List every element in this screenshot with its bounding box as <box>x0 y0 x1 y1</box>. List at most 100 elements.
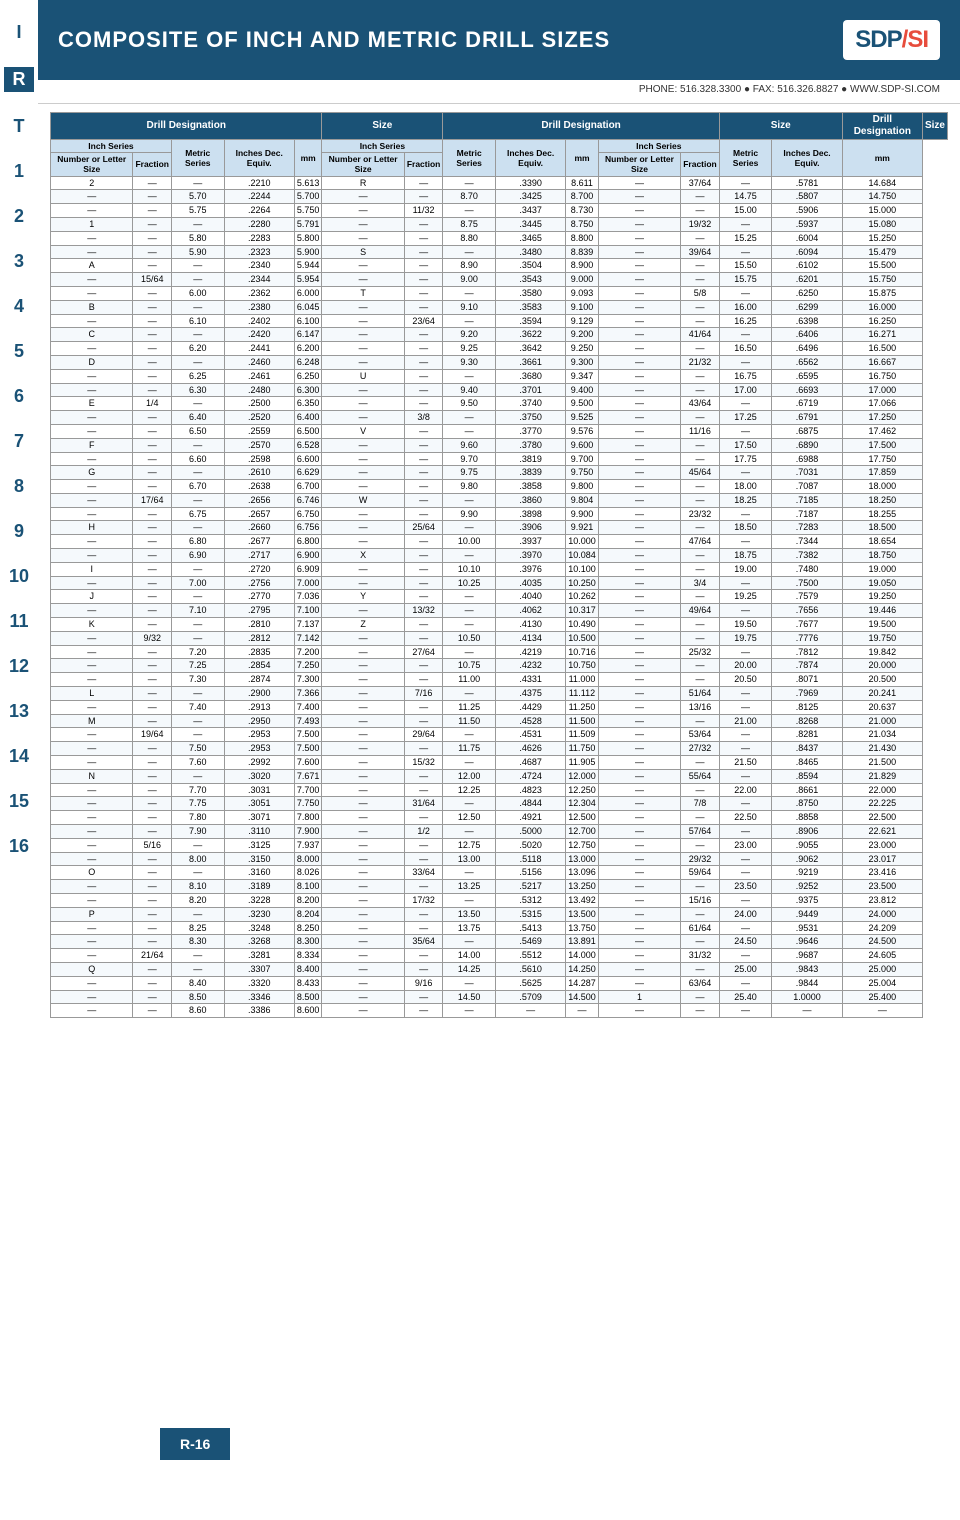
g3-frac: 23/32 <box>681 507 720 521</box>
g1-dec: .3346 <box>224 990 294 1004</box>
table-row: H — — .2660 6.756 — 25/64 — .3906 9.921 … <box>51 521 948 535</box>
g3-mm: 22.500 <box>842 811 922 825</box>
g3-num: — <box>598 714 680 728</box>
g1-dec: .2500 <box>224 397 294 411</box>
g1-frac: — <box>133 204 172 218</box>
g1-dec: .2656 <box>224 493 294 507</box>
table-row: — — 6.75 .2657 6.750 — — 9.90 .3898 9.90… <box>51 507 948 521</box>
g3-frac: 53/64 <box>681 728 720 742</box>
g1-mm: 6.600 <box>294 452 322 466</box>
g3-frac: — <box>681 783 720 797</box>
g3-met: — <box>719 507 772 521</box>
g1-num: O <box>51 866 133 880</box>
g2-frac: — <box>404 880 443 894</box>
g3-met: 15.50 <box>719 259 772 273</box>
g2-met: — <box>443 604 496 618</box>
g2-dec: .4626 <box>495 742 565 756</box>
g1-dec: .3051 <box>224 797 294 811</box>
g1-mm: 6.756 <box>294 521 322 535</box>
g3-mm: 19.500 <box>842 618 922 632</box>
g3-num: — <box>598 480 680 494</box>
table-row: — 15/64 — .2344 5.954 — — 9.00 .3543 9.0… <box>51 273 948 287</box>
g2-mm: 9.600 <box>566 438 599 452</box>
g3-frac: 59/64 <box>681 866 720 880</box>
g3-dec: .8465 <box>772 756 842 770</box>
g2-mm: 12.700 <box>566 825 599 839</box>
g1-dec: .3160 <box>224 866 294 880</box>
g2-frac: — <box>404 631 443 645</box>
g2-met: 10.25 <box>443 576 496 590</box>
g2-met: — <box>443 549 496 563</box>
g3-num-letter: Number or Letter Size <box>598 153 680 176</box>
g2-frac: — <box>404 742 443 756</box>
g3-met: 15.00 <box>719 204 772 218</box>
g3-num: — <box>598 411 680 425</box>
g2-met: 9.10 <box>443 300 496 314</box>
g1-frac: — <box>133 1004 172 1018</box>
g3-dec: .5906 <box>772 204 842 218</box>
g3-frac: — <box>681 438 720 452</box>
g3-met: 21.50 <box>719 756 772 770</box>
g3-num: — <box>598 769 680 783</box>
g2-met: 14.50 <box>443 990 496 1004</box>
g2-mm: — <box>566 1004 599 1018</box>
g2-fraction: Fraction <box>404 153 443 176</box>
g3-dec: .9219 <box>772 866 842 880</box>
g1-frac: — <box>133 783 172 797</box>
g3-met: — <box>719 1004 772 1018</box>
g3-num: — <box>598 673 680 687</box>
g2-mm: 14.000 <box>566 949 599 963</box>
table-row: 1 — — .2280 5.791 — — 8.75 .3445 8.750 —… <box>51 217 948 231</box>
g3-num: — <box>598 576 680 590</box>
g1-num: A <box>51 259 133 273</box>
g2-met: — <box>443 797 496 811</box>
g3-frac: 43/64 <box>681 397 720 411</box>
g2-num: — <box>322 397 404 411</box>
g2-dec: .3622 <box>495 328 565 342</box>
g2-mm: 13.500 <box>566 907 599 921</box>
g3-frac: — <box>681 231 720 245</box>
g1-frac: — <box>133 866 172 880</box>
g1-met: — <box>171 466 224 480</box>
g2-frac: — <box>404 259 443 273</box>
g3-mm: 17.066 <box>842 397 922 411</box>
g2-dec: .3906 <box>495 521 565 535</box>
g1-frac: 21/64 <box>133 949 172 963</box>
g3-dec: .7579 <box>772 590 842 604</box>
g3-dec: .9844 <box>772 976 842 990</box>
g1-num: — <box>51 452 133 466</box>
g2-met: 9.40 <box>443 383 496 397</box>
g3-num: — <box>598 507 680 521</box>
g3-mm: 19.446 <box>842 604 922 618</box>
table-row: — 5/16 — .3125 7.937 — — 12.75 .5020 12.… <box>51 838 948 852</box>
g1-frac: — <box>133 535 172 549</box>
g2-frac: 33/64 <box>404 866 443 880</box>
g3-dec: .9055 <box>772 838 842 852</box>
g3-dec: .6595 <box>772 369 842 383</box>
g1-mm: 6.400 <box>294 411 322 425</box>
table-row: — 21/64 — .3281 8.334 — — 14.00 .5512 14… <box>51 949 948 963</box>
g3-frac: — <box>681 880 720 894</box>
g1-num: — <box>51 204 133 218</box>
g1-dec: .2323 <box>224 245 294 259</box>
g3-frac: — <box>681 369 720 383</box>
g3-mm: 16.250 <box>842 314 922 328</box>
g1-frac: — <box>133 687 172 701</box>
g2-mm: 14.500 <box>566 990 599 1004</box>
g3-dec: .7283 <box>772 521 842 535</box>
g2-num: — <box>322 797 404 811</box>
g1-num: — <box>51 976 133 990</box>
phone-bar: PHONE: 516.328.3300 ● FAX: 516.326.8827 … <box>38 80 960 104</box>
g2-frac: — <box>404 424 443 438</box>
g2-dec: .3740 <box>495 397 565 411</box>
g3-mm: 21.000 <box>842 714 922 728</box>
g1-frac: — <box>133 880 172 894</box>
g2-num: — <box>322 783 404 797</box>
g1-frac: 9/32 <box>133 631 172 645</box>
g2-mm: 9.700 <box>566 452 599 466</box>
g2-mm: 11.509 <box>566 728 599 742</box>
g2-met: 8.70 <box>443 190 496 204</box>
g1-frac: — <box>133 714 172 728</box>
g3-met: — <box>719 949 772 963</box>
g1-mm: 5.791 <box>294 217 322 231</box>
